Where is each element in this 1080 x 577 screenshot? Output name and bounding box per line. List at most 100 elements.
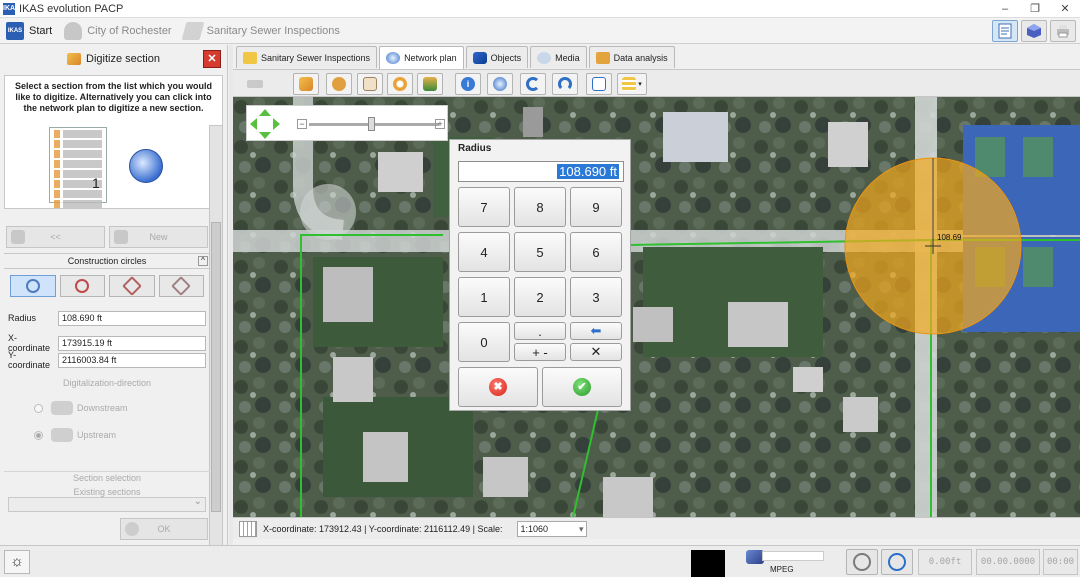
grid-icon[interactable]: [239, 520, 257, 537]
confirm-button[interactable]: ✔: [542, 367, 622, 407]
breadcrumb-start[interactable]: IKAS Start: [0, 18, 58, 44]
digitalization-direction-title: Digitalization-direction: [62, 378, 152, 388]
refresh-tool-button[interactable]: [552, 73, 578, 95]
document-icon: [998, 23, 1012, 38]
minimize-button[interactable]: –: [990, 0, 1020, 18]
globe-tool-button[interactable]: [487, 73, 513, 95]
data-analysis-icon: [595, 51, 610, 64]
key-1[interactable]: 1: [458, 277, 510, 317]
coordinate-status-bar: X-coordinate: 173912.43 | Y-coordinate: …: [233, 517, 1080, 539]
tab-network-plan[interactable]: Network plan: [379, 46, 464, 69]
layers-dropdown-button[interactable]: ▾: [617, 73, 647, 95]
key-3[interactable]: 3: [570, 277, 622, 317]
network-plan-map[interactable]: 108.69: [233, 97, 1080, 517]
key-0[interactable]: 0: [458, 322, 510, 362]
radius-value-text: 108.690 ft: [557, 164, 619, 179]
downstream-radio[interactable]: [34, 403, 43, 413]
previous-section-button[interactable]: <<: [6, 226, 105, 248]
breadcrumb-sewer-inspections[interactable]: Sanitary Sewer Inspections: [178, 18, 346, 44]
digitize-tool-button[interactable]: [293, 73, 319, 95]
refresh-icon: [558, 77, 572, 91]
video-progress-bar: [762, 551, 824, 561]
key-5[interactable]: 5: [514, 232, 566, 272]
print-button[interactable]: [1050, 19, 1076, 42]
circle-star-button-2[interactable]: [158, 275, 204, 297]
report-view-button[interactable]: [992, 19, 1018, 42]
panel-header: Digitize section ✕: [0, 45, 227, 73]
coordinate-readout: X-coordinate: 173912.43 | Y-coordinate: …: [263, 523, 503, 534]
backspace-key[interactable]: ⬅: [570, 322, 622, 340]
restore-button[interactable]: ❐: [1020, 0, 1050, 18]
remove-circle-button[interactable]: [59, 275, 105, 297]
checklist-tool-button[interactable]: [586, 73, 612, 95]
upstream-option[interactable]: Upstream: [34, 428, 116, 442]
select-icon: [332, 77, 346, 91]
zoom-slider-thumb[interactable]: [368, 117, 375, 131]
chevron-down-icon: ▾: [638, 81, 642, 88]
gauge-button-active[interactable]: [881, 549, 913, 575]
zoom-tool-button[interactable]: [387, 73, 413, 95]
key-plus-minus[interactable]: + -: [514, 343, 566, 361]
add-circle-button[interactable]: [10, 275, 56, 297]
title-bar: IKAS IKAS evolution PACP – ❐ ✕: [0, 0, 1080, 18]
pan-arrows-icon[interactable]: [249, 108, 281, 140]
existing-sections-select[interactable]: [8, 496, 206, 512]
upstream-radio[interactable]: [34, 430, 43, 440]
cancel-button[interactable]: ✖: [458, 367, 538, 407]
breadcrumb-start-label: Start: [29, 24, 53, 37]
breadcrumb-city[interactable]: City of Rochester: [58, 18, 177, 44]
key-9[interactable]: 9: [570, 187, 622, 227]
gauge-button[interactable]: [846, 549, 878, 575]
circle-radius-label: 108.69: [937, 233, 962, 242]
undo-icon: [526, 77, 540, 91]
ok-label: OK: [157, 524, 171, 534]
key-4[interactable]: 4: [458, 232, 510, 272]
ok-button[interactable]: OK: [120, 518, 208, 540]
zoom-in-button[interactable]: +: [435, 119, 445, 129]
panel-scrollbar[interactable]: [209, 125, 223, 555]
tab-label: Data analysis: [613, 52, 668, 63]
tab-media[interactable]: Media: [530, 46, 587, 68]
collapse-icon[interactable]: ^: [198, 256, 208, 266]
pan-tool-button[interactable]: [357, 73, 383, 95]
tab-sanitary-sewer-inspections[interactable]: Sanitary Sewer Inspections: [236, 46, 378, 68]
key-decimal[interactable]: .: [514, 322, 566, 340]
previous-label: <<: [50, 232, 61, 242]
export-tool-button[interactable]: [417, 73, 443, 95]
circle-star-button[interactable]: [109, 275, 155, 297]
section-selection-title: Section selection: [4, 471, 210, 483]
key-6[interactable]: 6: [570, 232, 622, 272]
radius-value-input[interactable]: 108.690 ft: [458, 161, 624, 182]
key-2[interactable]: 2: [514, 277, 566, 317]
circle-add-icon: [25, 279, 40, 293]
select-tool-button[interactable]: [326, 73, 352, 95]
illustration-number: 1: [92, 175, 100, 191]
info-tool-button[interactable]: i: [455, 73, 481, 95]
close-window-button[interactable]: ✕: [1050, 0, 1080, 18]
zoom-out-button[interactable]: −: [297, 119, 307, 129]
key-8[interactable]: 8: [514, 187, 566, 227]
settings-button[interactable]: ☼: [4, 550, 30, 574]
checkmark-icon: ✔: [573, 378, 591, 396]
time-display: 00:00: [1043, 549, 1078, 575]
downstream-option[interactable]: Downstream: [34, 401, 128, 415]
y-coordinate-input[interactable]: 2116003.84 ft: [58, 352, 206, 368]
tab-objects[interactable]: Objects: [465, 46, 529, 68]
radius-input[interactable]: 108.690 ft: [58, 310, 206, 326]
undo-tool-button[interactable]: [520, 73, 546, 95]
radius-label: Radius: [8, 313, 37, 323]
scrollbar-thumb[interactable]: [211, 222, 221, 512]
panel-title: Digitize section: [86, 53, 160, 65]
video-preview: [691, 550, 725, 577]
tab-data-analysis[interactable]: Data analysis: [588, 46, 675, 68]
export-icon: [423, 77, 437, 91]
new-section-button[interactable]: New: [109, 226, 208, 248]
pencil-tool-button[interactable]: [235, 73, 275, 95]
gauge-icon: [853, 553, 871, 571]
x-coordinate-input[interactable]: 173915.19 ft: [58, 335, 206, 351]
clear-key[interactable]: ✕: [570, 343, 622, 361]
key-7[interactable]: 7: [458, 187, 510, 227]
scale-select[interactable]: 1:1060: [516, 520, 587, 537]
objects-view-button[interactable]: [1021, 19, 1047, 42]
close-panel-button[interactable]: ✕: [203, 50, 221, 68]
